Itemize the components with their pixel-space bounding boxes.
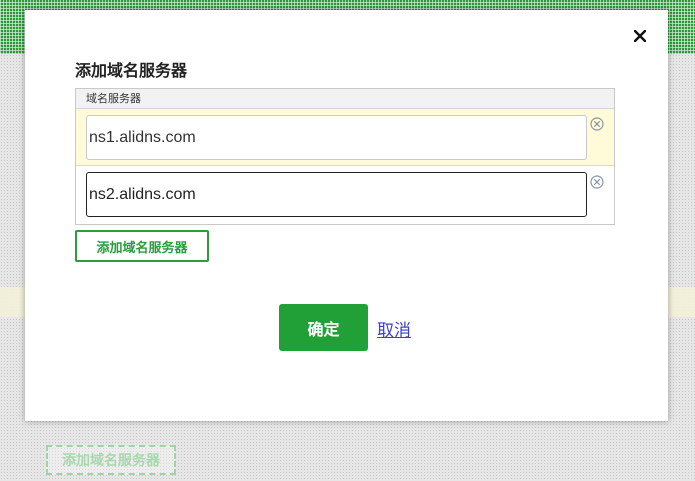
- nameserver-row: [76, 166, 614, 223]
- nameserver-row: [76, 109, 614, 166]
- nameserver-table: 域名服务器: [75, 88, 615, 225]
- cancel-link[interactable]: 取消: [377, 316, 411, 341]
- add-nameserver-button[interactable]: 添加域名服务器: [75, 230, 209, 262]
- background-add-ns-button: 添加域名服务器: [46, 445, 176, 475]
- circle-x-icon: [590, 117, 604, 131]
- background-left-fragment: [0, 208, 22, 238]
- close-button[interactable]: [631, 27, 649, 45]
- confirm-button[interactable]: 确定: [279, 304, 368, 351]
- nameserver-input-2[interactable]: [86, 172, 587, 217]
- background-right-fragment: [669, 266, 695, 284]
- nameserver-input-1[interactable]: [86, 115, 587, 160]
- remove-nameserver-1-button[interactable]: [590, 117, 604, 131]
- add-nameserver-dialog: 添加域名服务器 域名服务器 添加域名服务器 确定 取消: [25, 10, 668, 421]
- nameserver-table-header: 域名服务器: [76, 89, 614, 109]
- dialog-title: 添加域名服务器: [75, 63, 188, 80]
- circle-x-icon: [590, 175, 604, 189]
- close-icon: [634, 30, 646, 42]
- remove-nameserver-2-button[interactable]: [590, 175, 604, 189]
